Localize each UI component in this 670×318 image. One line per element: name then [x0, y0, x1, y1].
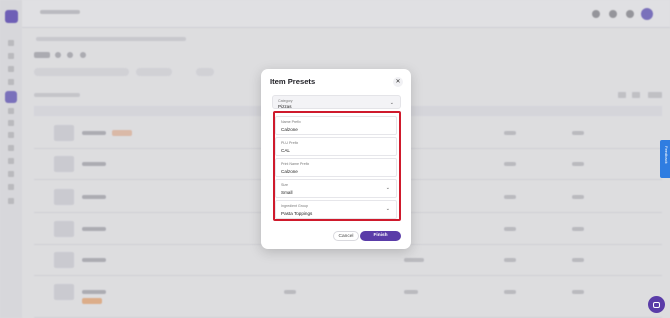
chevron-down-icon: ⌄ — [385, 185, 390, 191]
name-prefix-value: Calzone — [281, 127, 298, 132]
print-name-prefix-field[interactable]: Print Name Prefix Calzone — [275, 158, 397, 177]
ingredient-group-select[interactable]: Ingredient Group Pasta Toppings ⌄ — [275, 200, 397, 219]
category-select[interactable]: Category Pizzas ⌄ — [272, 95, 401, 109]
close-button[interactable]: ✕ — [393, 77, 403, 87]
category-label: Category — [278, 99, 293, 103]
print-name-prefix-label: Print Name Prefix — [281, 162, 310, 166]
chevron-down-icon: ⌄ — [385, 206, 390, 212]
size-value: Small — [281, 190, 293, 195]
ingredient-group-value: Pasta Toppings — [281, 211, 313, 216]
size-select[interactable]: Size Small ⌄ — [275, 179, 397, 198]
feedback-tab-label: Feedback — [664, 146, 669, 164]
chat-icon — [653, 301, 660, 308]
chat-button[interactable] — [648, 296, 665, 313]
name-prefix-label: Name Prefix — [281, 120, 301, 124]
size-label: Size — [281, 183, 288, 187]
cancel-button[interactable]: Cancel — [333, 231, 359, 241]
finish-button[interactable]: Finish — [360, 231, 401, 241]
close-icon: ✕ — [395, 79, 401, 85]
plu-prefix-label: PLU Prefix — [281, 141, 299, 145]
plu-prefix-field[interactable]: PLU Prefix CAL — [275, 137, 397, 156]
ingredient-group-label: Ingredient Group — [281, 204, 308, 208]
category-value: Pizzas — [278, 104, 292, 109]
plu-prefix-value: CAL — [281, 148, 290, 153]
name-prefix-field[interactable]: Name Prefix Calzone — [275, 116, 397, 135]
chevron-down-icon: ⌄ — [389, 100, 394, 106]
dialog-title: Item Presets — [270, 77, 316, 86]
print-name-prefix-value: Calzone — [281, 169, 298, 174]
